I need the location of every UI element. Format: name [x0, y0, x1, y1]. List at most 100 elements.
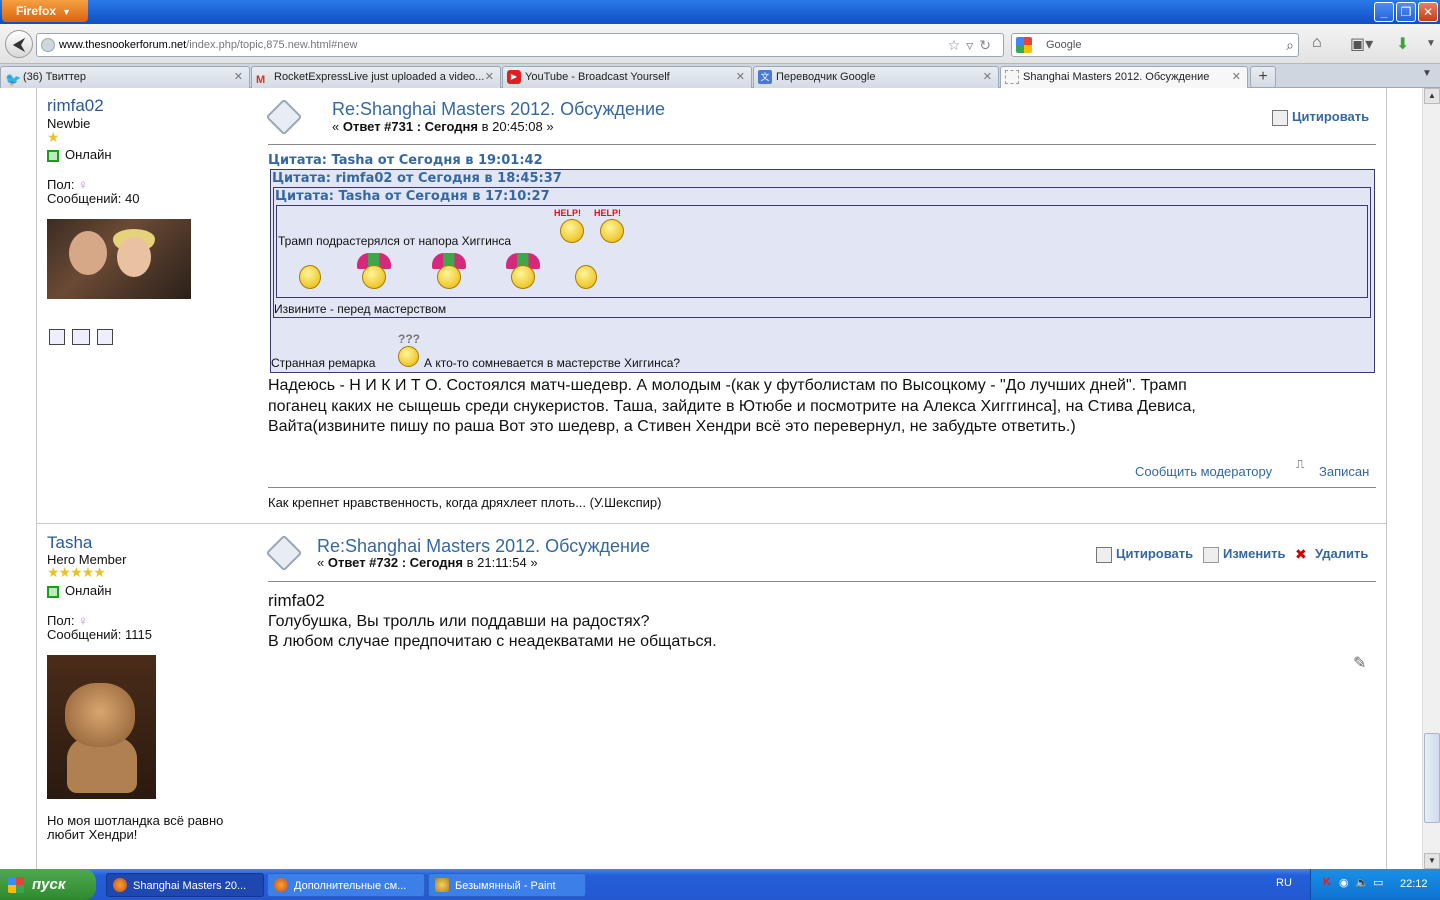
rank-star-icon: ★	[47, 129, 60, 145]
scrollbar-thumb[interactable]	[1424, 733, 1440, 823]
quote-header[interactable]: Цитата: Tasha от Сегодня в 17:10:27	[275, 189, 550, 204]
question-marks: ???	[398, 332, 420, 346]
edit-icon	[1203, 546, 1219, 563]
post-title[interactable]: Re:Shanghai Masters 2012. Обсуждение	[317, 536, 650, 557]
edit-label: Изменить	[1223, 546, 1286, 561]
taskbar-item-firefox-extra[interactable]: Дополнительные см...	[267, 873, 425, 897]
quote-label: Цитировать	[1292, 109, 1370, 124]
reply-time: в 20:45:08 »	[477, 119, 554, 134]
home-icon[interactable]: ⌂	[1312, 34, 1322, 52]
search-bar[interactable]: Google ⌕	[1011, 33, 1299, 57]
taskbar-item-label: Shanghai Masters 20...	[133, 880, 247, 892]
tab-gmail[interactable]: M RocketExpressLive just uploaded a vide…	[251, 66, 501, 88]
close-window-button[interactable]: ✕	[1418, 2, 1438, 22]
new-tab-button[interactable]: +	[1250, 66, 1276, 88]
tab-google-translate[interactable]: 文 Переводчик Google ✕	[753, 66, 999, 88]
antivirus-icon[interactable]: K	[1323, 876, 1331, 888]
post-author-name[interactable]: Tasha	[47, 533, 92, 553]
post-reply-info: « Ответ #732 : Сегодня в 21:11:54 »	[317, 555, 538, 570]
praying-smiley-icon	[299, 265, 321, 289]
logged-label: Записан	[1319, 464, 1370, 479]
help-label: HELP!	[554, 208, 581, 218]
modify-inline-icon[interactable]: ✎	[1353, 653, 1375, 673]
google-translate-icon: 文	[758, 70, 772, 84]
search-placeholder: Google	[1046, 39, 1082, 51]
quote-text: А кто-то сомневается в мастерстве Хиггин…	[424, 356, 681, 370]
firefox-menu-button[interactable]: Firefox ▼	[2, 0, 88, 22]
windows-taskbar: пуск Shanghai Masters 20... Дополнительн…	[0, 869, 1440, 900]
tab-shanghai-masters[interactable]: Shanghai Masters 2012. Обсуждение ✕	[1000, 66, 1248, 88]
quote-header[interactable]: Цитата: rimfa02 от Сегодня в 18:45:37	[272, 171, 562, 186]
close-tab-icon[interactable]: ✕	[736, 67, 745, 87]
tab-list-icon[interactable]: ▼	[1422, 68, 1432, 79]
tab-youtube[interactable]: ▶ YouTube - Broadcast Yourself ✕	[502, 66, 752, 88]
help-smiley-icon	[600, 219, 624, 243]
start-button[interactable]: пуск	[0, 869, 96, 900]
youtube-icon: ▶	[507, 70, 521, 84]
personal-text: Но моя шотландка всё равно	[47, 813, 224, 828]
paint-icon	[435, 878, 449, 892]
scroll-up-icon[interactable]: ▲	[1424, 88, 1440, 104]
quote-button[interactable]: Цитировать	[1096, 546, 1193, 563]
taskbar-item-firefox-shanghai[interactable]: Shanghai Masters 20...	[106, 873, 264, 897]
profile-icon[interactable]	[49, 329, 65, 345]
download-icon[interactable]: ⬇	[1396, 34, 1409, 54]
close-tab-icon[interactable]: ✕	[1232, 67, 1241, 87]
post-separator	[36, 523, 1387, 524]
post-author-name[interactable]: rimfa02	[47, 96, 104, 116]
quote-text: Странная ремарка	[271, 356, 376, 370]
vertical-scrollbar[interactable]: ▲ ▼	[1422, 88, 1440, 869]
close-tab-icon[interactable]: ✕	[983, 67, 992, 87]
taskbar-item-label: Безымянный - Paint	[455, 880, 556, 892]
signature-divider	[268, 487, 1376, 488]
minimize-button[interactable]: _	[1374, 2, 1394, 22]
post-body-line: В любом случае предпочитаю с неадекватам…	[268, 633, 717, 650]
email-icon[interactable]	[72, 329, 90, 345]
window-controls: _ ❐ ✕	[1374, 2, 1438, 22]
url-bar[interactable]: www.thesnookerforum.net/index.php/topic,…	[36, 33, 1004, 57]
toolbar-overflow-icon[interactable]: ▼	[1426, 38, 1436, 49]
firefox-icon	[113, 878, 127, 892]
message-count: Сообщений: 1115	[47, 627, 152, 642]
reply-prefix: «	[317, 555, 328, 570]
bookmarks-icon[interactable]: ▣▾	[1350, 34, 1373, 54]
personal-message-icon[interactable]	[97, 329, 113, 345]
post-body-line: Вайта(извините пишу по раша Вот это шеде…	[268, 418, 1076, 435]
taskbar-item-paint[interactable]: Безымянный - Paint	[428, 873, 586, 897]
edit-button[interactable]: Изменить	[1203, 546, 1286, 563]
post-body-line: Голубушка, Вы тролль или поддавши на рад…	[268, 613, 650, 630]
praying-smiley-icon	[575, 265, 597, 289]
back-button[interactable]: ⮜	[5, 30, 33, 58]
jester-smiley-icon	[506, 253, 540, 293]
confused-smiley-icon	[398, 346, 419, 367]
scroll-down-icon[interactable]: ▼	[1424, 853, 1440, 869]
tab-label: (36) Твиттер	[23, 71, 87, 83]
bookmark-star-icon[interactable]: ☆▿↻	[948, 34, 997, 56]
delete-button[interactable]: ✖ Удалить	[1295, 546, 1368, 563]
help-label: HELP!	[594, 208, 621, 218]
quote-header[interactable]: Цитата: Tasha от Сегодня в 19:01:42	[268, 153, 543, 168]
reply-time: в 21:11:54 »	[462, 555, 538, 570]
network-icon[interactable]: ◉	[1339, 876, 1349, 889]
language-indicator[interactable]: RU	[1276, 877, 1292, 889]
tab-twitter[interactable]: 🐦 (36) Твиттер ✕	[0, 66, 250, 88]
close-tab-icon[interactable]: ✕	[234, 67, 243, 87]
clock[interactable]: 22:12	[1400, 878, 1428, 890]
quote-text: Извините - перед мастерством	[274, 302, 447, 316]
post-title[interactable]: Re:Shanghai Masters 2012. Обсуждение	[332, 99, 665, 120]
google-icon	[1016, 37, 1032, 53]
tab-label: YouTube - Broadcast Yourself	[525, 71, 670, 83]
volume-icon[interactable]: 🔈	[1355, 876, 1369, 889]
restore-button[interactable]: ❐	[1396, 2, 1416, 22]
url-host: www.thesnookerforum.net	[59, 39, 187, 51]
quote-button[interactable]: Цитировать	[1272, 109, 1369, 126]
quote-icon	[1272, 109, 1288, 126]
tab-label: RocketExpressLive just uploaded a video.…	[274, 71, 485, 83]
delete-label: Удалить	[1315, 546, 1369, 561]
online-icon	[47, 585, 59, 598]
search-icon[interactable]: ⌕	[1286, 34, 1294, 56]
close-tab-icon[interactable]: ✕	[485, 67, 494, 87]
monitor-icon[interactable]: ▭	[1373, 876, 1383, 889]
windows-logo-icon	[8, 877, 24, 893]
report-to-moderator-link[interactable]: Сообщить модератору	[1135, 464, 1272, 479]
